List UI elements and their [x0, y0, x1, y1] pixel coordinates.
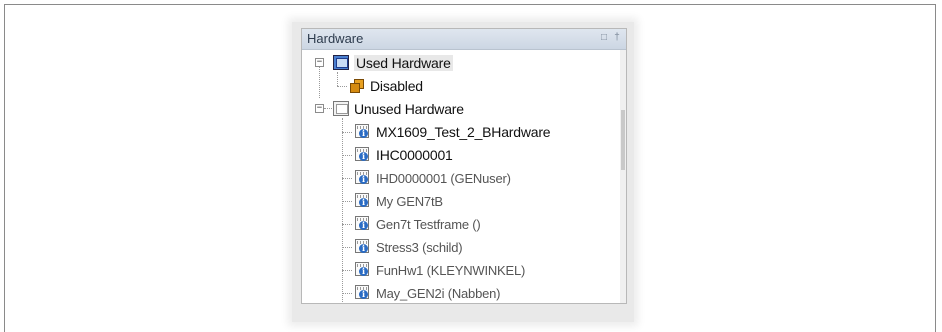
- pin-icon[interactable]: †: [612, 33, 622, 43]
- tree-node-hardware-item[interactable]: i MX1609_Test_2_BHardware: [354, 122, 551, 142]
- tree-node-used-hardware[interactable]: Used Hardware: [332, 53, 453, 73]
- node-label: My GEN7tB: [376, 193, 443, 209]
- tree-node-unused-hardware[interactable]: Unused Hardware: [332, 99, 464, 119]
- hardware-info-icon: i: [354, 215, 372, 233]
- tree-node-hardware-item[interactable]: i IHC0000001: [354, 145, 453, 165]
- hardware-tree: − Used Hardware Disabled − Unused Hardwa…: [302, 50, 620, 303]
- tree-connector: [342, 293, 352, 294]
- hardware-info-icon: i: [354, 192, 372, 210]
- tree-node-hardware-item[interactable]: i Gen7t Testframe (): [354, 214, 481, 234]
- vertical-scrollbar[interactable]: [620, 50, 626, 303]
- tree-connector: [319, 62, 320, 98]
- node-label: Stress3 (schild): [376, 239, 463, 255]
- tree-connector: [342, 132, 352, 133]
- node-label: May_GEN2i (Nabben): [376, 285, 501, 301]
- tree-node-disabled[interactable]: Disabled: [348, 76, 423, 96]
- node-label: Unused Hardware: [354, 101, 464, 117]
- window-restore-icon[interactable]: □: [599, 33, 609, 43]
- tree-node-hardware-item[interactable]: i My GEN7tB: [354, 191, 443, 211]
- tree-connector: [337, 72, 338, 86]
- node-label: Gen7t Testframe (): [376, 216, 481, 232]
- tree-connector: [337, 86, 347, 87]
- hardware-info-icon: i: [354, 169, 372, 187]
- unused-hardware-icon: [332, 100, 350, 118]
- used-hardware-icon: [332, 54, 350, 72]
- hardware-info-icon: i: [354, 261, 372, 279]
- node-label: Used Hardware: [354, 55, 453, 71]
- panel-header: Hardware □ †: [302, 29, 626, 50]
- node-label: FunHw1 (KLEYNWINKEL): [376, 262, 526, 278]
- tree-connector: [342, 118, 343, 303]
- tree-connector: [342, 224, 352, 225]
- tree-connector: [342, 178, 352, 179]
- tree-node-hardware-item[interactable]: i Stress3 (schild): [354, 237, 463, 257]
- node-label: IHC0000001: [376, 147, 453, 163]
- collapse-unused-toggle[interactable]: −: [315, 104, 324, 113]
- hardware-info-icon: i: [354, 123, 372, 141]
- tree-connector: [342, 155, 352, 156]
- tree-node-hardware-item[interactable]: i May_GEN2i (Nabben): [354, 283, 500, 303]
- hardware-info-icon: i: [354, 146, 372, 164]
- tree-node-hardware-item[interactable]: i FunHw1 (KLEYNWINKEL): [354, 260, 525, 280]
- node-label: IHD0000001 (GENuser): [376, 170, 511, 186]
- hardware-info-icon: i: [354, 284, 372, 302]
- hardware-panel: Hardware □ † − Used Hardware Disabled −: [301, 28, 627, 304]
- tree-connector: [324, 108, 332, 109]
- hardware-info-icon: i: [354, 238, 372, 256]
- tree-node-hardware-item[interactable]: i IHD0000001 (GENuser): [354, 168, 511, 188]
- panel-title: Hardware: [307, 31, 364, 46]
- node-label: MX1609_Test_2_BHardware: [376, 124, 551, 140]
- tree-connector: [342, 270, 352, 271]
- tree-connector: [342, 247, 352, 248]
- collapse-used-toggle[interactable]: −: [315, 58, 324, 67]
- node-label: Disabled: [370, 78, 423, 94]
- tree-connector: [342, 201, 352, 202]
- disabled-folder-icon: [348, 77, 366, 95]
- scrollbar-thumb[interactable]: [621, 110, 625, 170]
